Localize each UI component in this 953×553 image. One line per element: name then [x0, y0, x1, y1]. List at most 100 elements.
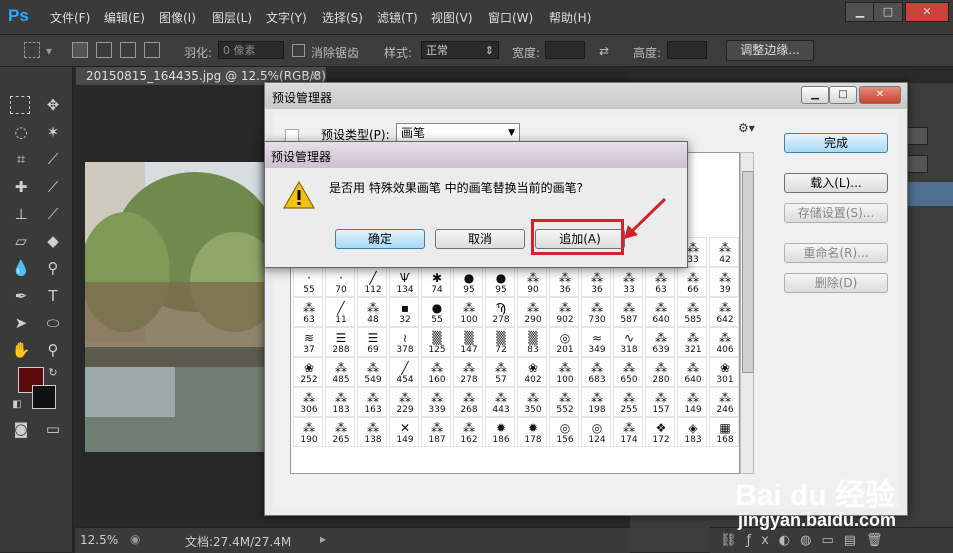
brush-preset-cell[interactable]: ⁂ 162	[453, 417, 483, 447]
brush-preset-cell[interactable]: ╱ 454	[389, 357, 419, 387]
crop-icon[interactable]: ⌗	[10, 148, 32, 170]
brush-preset-cell[interactable]: ⁂ 198	[581, 387, 611, 417]
brush-preset-cell[interactable]: ⁂ 36	[549, 267, 579, 297]
menu-window[interactable]: 窗口(W)	[488, 9, 533, 26]
new-selection-icon[interactable]	[72, 42, 88, 58]
brush-preset-cell[interactable]: ⁂ 640	[677, 357, 707, 387]
brush-preset-cell[interactable]: ⁂ 306	[293, 387, 323, 417]
type-icon[interactable]: T	[42, 285, 64, 307]
brush-preset-cell[interactable]: ⁂ 549	[357, 357, 387, 387]
brush-preset-cell[interactable]: ⁂ 406	[709, 327, 739, 357]
healing-brush-icon[interactable]: ✚	[10, 176, 32, 198]
brush-preset-cell[interactable]: ⁂ 443	[485, 387, 515, 417]
brush-preset-cell[interactable]: ⁂ 174	[613, 417, 643, 447]
brush-preset-cell[interactable]: ⁂ 100	[453, 297, 483, 327]
status-icon[interactable]: ◉	[130, 532, 140, 546]
brush-preset-cell[interactable]: ⁂ 639	[645, 327, 675, 357]
brush-preset-cell[interactable]: ▦ 168	[709, 417, 739, 447]
delete-button[interactable]: 删除(D)	[784, 273, 888, 293]
save-set-button[interactable]: 存储设置(S)...	[784, 203, 888, 223]
brush-preset-cell[interactable]: ✹ 178	[517, 417, 547, 447]
menu-filter[interactable]: 滤镜(T)	[377, 9, 418, 26]
brush-preset-cell[interactable]: ⁂ 90	[517, 267, 547, 297]
brush-icon[interactable]: ⟋	[42, 176, 64, 198]
refine-edge-button[interactable]: 调整边缘...	[726, 40, 814, 61]
brush-preset-cell[interactable]: ▒ 147	[453, 327, 483, 357]
brush-preset-cell[interactable]: ✕ 149	[389, 417, 419, 447]
brush-preset-cell[interactable]: ☰ 69	[357, 327, 387, 357]
menu-file[interactable]: 文件(F)	[50, 9, 90, 26]
eyedropper-icon[interactable]: ⟋	[42, 148, 64, 170]
height-input[interactable]	[667, 41, 707, 59]
style-select[interactable]: 正常 ⇕	[421, 41, 499, 59]
maximize-icon[interactable]: □	[829, 86, 857, 104]
menu-select[interactable]: 选择(S)	[322, 9, 363, 26]
magic-wand-icon[interactable]: ✶	[42, 121, 64, 143]
paint-bucket-icon[interactable]: ◆	[42, 230, 64, 252]
brush-preset-cell[interactable]: ⁂ 650	[613, 357, 643, 387]
brush-preset-cell[interactable]: ≈349	[581, 327, 611, 357]
brush-preset-cell[interactable]: ⁂ 160	[421, 357, 451, 387]
load-button[interactable]: 载入(L)...	[784, 173, 888, 193]
brush-preset-cell[interactable]: ⁂ 683	[581, 357, 611, 387]
brush-preset-cell[interactable]: ▪ 32	[389, 297, 419, 327]
brush-preset-cell[interactable]: ⁂ 552	[549, 387, 579, 417]
brush-preset-cell[interactable]: ⁂ 33	[613, 267, 643, 297]
rename-button[interactable]: 重命名(R)...	[784, 243, 888, 263]
brush-preset-cell[interactable]: Ѱ 134	[389, 267, 419, 297]
brush-preset-cell[interactable]: ⁂ 321	[677, 327, 707, 357]
quick-mask-icon[interactable]: ◙	[10, 418, 32, 440]
brush-preset-cell[interactable]: ⁂ 229	[389, 387, 419, 417]
brush-preset-cell[interactable]: ≀ 378	[389, 327, 419, 357]
minimize-icon[interactable]: ▁	[845, 2, 875, 22]
brush-preset-cell[interactable]: ⁂ 290	[517, 297, 547, 327]
brush-preset-cell[interactable]: ⁂ 902	[549, 297, 579, 327]
marquee-tool-icon[interactable]	[24, 42, 40, 58]
eraser-icon[interactable]: ▱	[10, 230, 32, 252]
brush-preset-cell[interactable]: ⁂ 587	[613, 297, 643, 327]
subtract-selection-icon[interactable]	[120, 42, 136, 58]
brush-preset-cell[interactable]: ⁂ 730	[581, 297, 611, 327]
settings-gear-icon[interactable]: ⚙▾	[738, 121, 755, 135]
brush-preset-cell[interactable]: · 55	[293, 267, 323, 297]
brush-preset-cell[interactable]: ⁂ 280	[645, 357, 675, 387]
brush-preset-cell[interactable]: ⁂ 246	[709, 387, 739, 417]
menu-type[interactable]: 文字(Y)	[266, 9, 307, 26]
layer-row-selected[interactable]	[906, 182, 953, 206]
brush-preset-cell[interactable]: ⁂ 163	[357, 387, 387, 417]
path-selection-icon[interactable]: ➤	[10, 312, 32, 334]
add-selection-icon[interactable]	[96, 42, 112, 58]
menu-help[interactable]: 帮助(H)	[549, 9, 591, 26]
brush-preset-cell[interactable]: ⁂ 157	[645, 387, 675, 417]
panel-dropdown[interactable]	[906, 127, 928, 145]
brush-preset-cell[interactable]: ✹ 186	[485, 417, 515, 447]
brush-preset-cell[interactable]: ⁂ 585	[677, 297, 707, 327]
brush-preset-cell[interactable]: ▒ 83	[517, 327, 547, 357]
brush-preset-cell[interactable]: ⁂ 350	[517, 387, 547, 417]
move-icon[interactable]: ✥	[42, 94, 64, 116]
close-icon[interactable]: ✕	[859, 86, 901, 104]
done-button[interactable]: 完成	[784, 133, 888, 153]
brush-preset-cell[interactable]: ⁂ 339	[421, 387, 451, 417]
swap-colors-icon[interactable]: ↻	[42, 362, 64, 384]
rect-marquee-icon[interactable]	[10, 96, 30, 114]
brush-preset-cell[interactable]: ⁂ 36	[581, 267, 611, 297]
width-input[interactable]	[545, 41, 585, 59]
brush-preset-cell[interactable]: ⁂ 149	[677, 387, 707, 417]
antialias-checkbox[interactable]	[292, 44, 305, 57]
brush-preset-cell[interactable]: ● 55	[421, 297, 451, 327]
brush-preset-cell[interactable]: ⁂ 100	[549, 357, 579, 387]
lasso-icon[interactable]: ◌	[10, 121, 32, 143]
brush-preset-cell[interactable]: ⁂ 255	[613, 387, 643, 417]
brush-preset-cell[interactable]: ◈ 183	[677, 417, 707, 447]
scrollbar-thumb[interactable]	[742, 171, 754, 373]
brush-preset-cell[interactable]: ⁂ 190	[293, 417, 323, 447]
close-icon[interactable]: ✕	[905, 2, 949, 22]
status-menu-icon[interactable]: ▸	[320, 532, 326, 546]
brush-preset-cell[interactable]: ● 95	[453, 267, 483, 297]
brush-preset-cell[interactable]: ⁂ 485	[325, 357, 355, 387]
brush-preset-cell[interactable]: ◎ 124	[581, 417, 611, 447]
dodge-icon[interactable]: ⚲	[42, 257, 64, 279]
brush-preset-cell[interactable]: ⁂ 63	[645, 267, 675, 297]
feather-input[interactable]: 0 像素	[218, 41, 284, 59]
